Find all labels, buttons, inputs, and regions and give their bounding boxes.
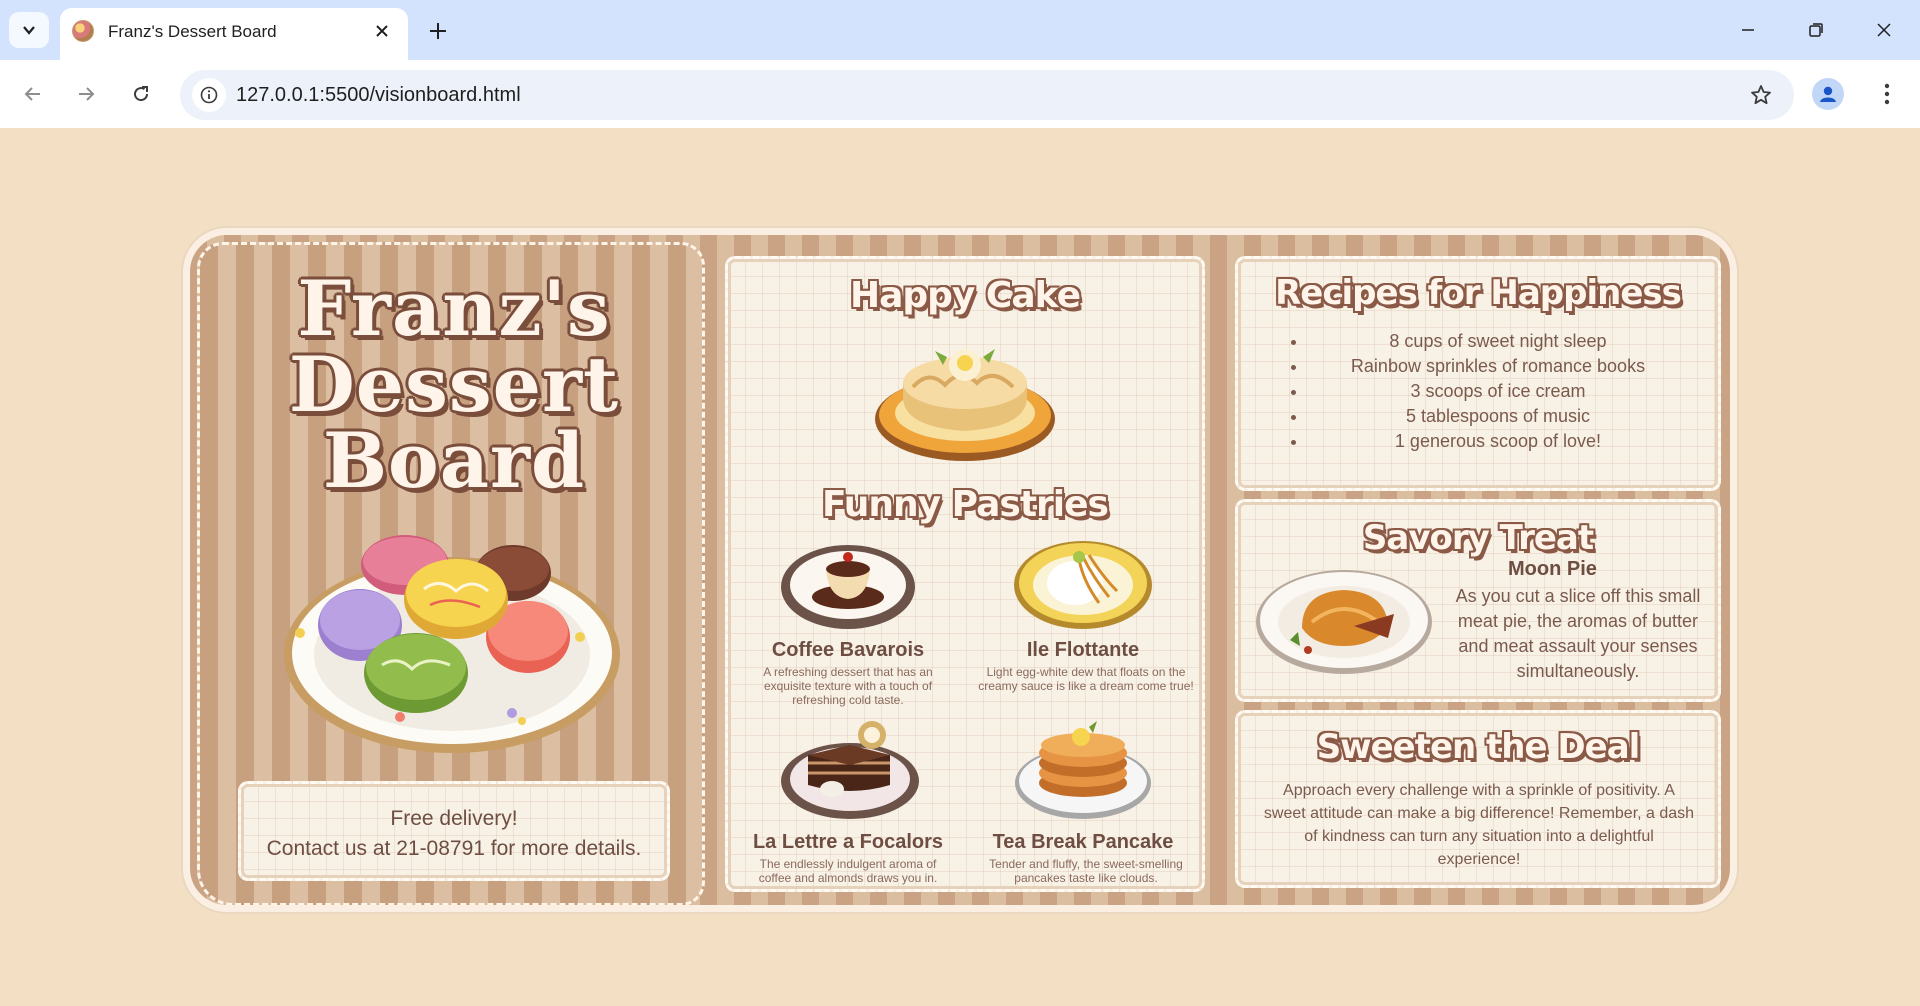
title-line: Board (322, 416, 586, 505)
pastry-desc: The endlessly indulgent aroma of coffee … (758, 857, 938, 885)
delivery-panel: Free delivery! Contact us at 21-08791 fo… (238, 781, 670, 881)
arrow-left-icon (24, 87, 40, 101)
new-tab-button[interactable] (420, 14, 456, 48)
ile-flottante-image (1014, 541, 1152, 629)
browser-tab[interactable]: Franz's Dessert Board (60, 8, 408, 60)
list-item: 1 generous scoop of love! (1308, 429, 1688, 454)
pastry-desc: Tender and fluffy, the sweet-smelling pa… (989, 857, 1183, 885)
dish-name: Moon Pie (1508, 558, 1597, 580)
coffee-bavarois-image (781, 545, 915, 629)
browser-toolbar: 127.0.0.1:5500/visionboard.html (0, 60, 1920, 128)
pastry-name: Ile Flottante (1026, 639, 1140, 661)
tab-title: Franz's Dessert Board (108, 22, 277, 41)
close-icon (376, 25, 388, 37)
title-line: Dessert (288, 340, 620, 429)
address-bar[interactable]: 127.0.0.1:5500/visionboard.html (180, 70, 1794, 120)
funny-pastries-title: Funny Pastries (822, 484, 1109, 525)
minimize-icon (1742, 29, 1754, 31)
back-button[interactable] (13, 74, 53, 114)
happy-cake-image (875, 349, 1055, 461)
menu-kebab-icon[interactable] (1872, 76, 1902, 112)
dish-desc: As you cut a slice off this small meat p… (1455, 586, 1701, 681)
la-lettre-a-focalors-image (781, 721, 919, 819)
tea-break-pancake-image (1015, 721, 1151, 819)
forward-button[interactable] (66, 74, 106, 114)
url-text[interactable]: 127.0.0.1:5500/visionboard.html (236, 84, 521, 107)
macarons-image (280, 525, 625, 757)
bookmark-star-icon[interactable] (1746, 80, 1776, 110)
pastry-name: Tea Break Pancake (992, 831, 1174, 853)
contact-text: Contact us at 21-08791 for more details. (266, 837, 642, 860)
deal-text: Approach every challenge with a sprinkle… (1263, 782, 1695, 868)
list-item: 5 tablespoons of music (1308, 404, 1688, 429)
recipes-list: 8 cups of sweet night sleep Rainbow spri… (1308, 329, 1688, 454)
pastry-desc: A refreshing dessert that has an exquisi… (763, 665, 933, 707)
arrow-right-icon (79, 87, 95, 101)
tab-close-button[interactable] (368, 17, 396, 45)
list-item: Rainbow sprinkles of romance books (1308, 354, 1688, 379)
reload-icon (134, 86, 149, 102)
browser-tab-bar: Franz's Dessert Board (0, 0, 1920, 60)
recipes-panel: Recipes for Happiness 8 cups of sweet ni… (1235, 256, 1721, 491)
savory-panel: Savory Treat Moon Pie As you cut a slice… (1235, 499, 1721, 702)
savory-title: Savory Treat (1362, 518, 1594, 558)
deal-title: Sweeten the Deal (1316, 727, 1641, 767)
pastry-desc: Light egg-white dew that floats on the c… (978, 665, 1194, 693)
pastry-name: Coffee Bavarois (771, 639, 925, 661)
list-item: 8 cups of sweet night sleep (1308, 329, 1688, 354)
restore-icon (1809, 23, 1823, 37)
recipes-title: Recipes for Happiness (1275, 273, 1682, 313)
info-icon[interactable] (192, 78, 226, 112)
title-line: Franz's (297, 264, 611, 353)
favicon-icon (72, 20, 94, 42)
window-restore-button[interactable] (1786, 8, 1846, 52)
pastry-name: La Lettre a Focalors (752, 831, 944, 853)
info-circle-icon (200, 86, 218, 104)
reload-button[interactable] (121, 74, 161, 114)
dessert-board: Franz's Dessert Board Free delivery! Con… (183, 228, 1737, 912)
tab-search-button[interactable] (9, 12, 49, 48)
plus-icon (430, 23, 446, 39)
pastries-panel: Happy Cake Funny Pastries Coffee Bavaroi… (725, 256, 1205, 892)
list-item: 3 scoops of ice cream (1308, 379, 1688, 404)
moon-pie-image (1256, 570, 1432, 674)
chevron-down-icon (23, 26, 35, 35)
delivery-text: Free delivery! (390, 807, 518, 830)
happy-cake-title: Happy Cake (849, 275, 1081, 316)
hero-column: Franz's Dessert Board Free delivery! Con… (197, 242, 708, 905)
deal-panel: Sweeten the Deal Approach every challeng… (1235, 710, 1721, 888)
profile-avatar-icon[interactable] (1812, 78, 1844, 110)
window-minimize-button[interactable] (1718, 8, 1778, 52)
window-close-button[interactable] (1854, 8, 1914, 52)
close-icon (1877, 23, 1891, 37)
board-title: Franz's Dessert Board (200, 271, 708, 499)
